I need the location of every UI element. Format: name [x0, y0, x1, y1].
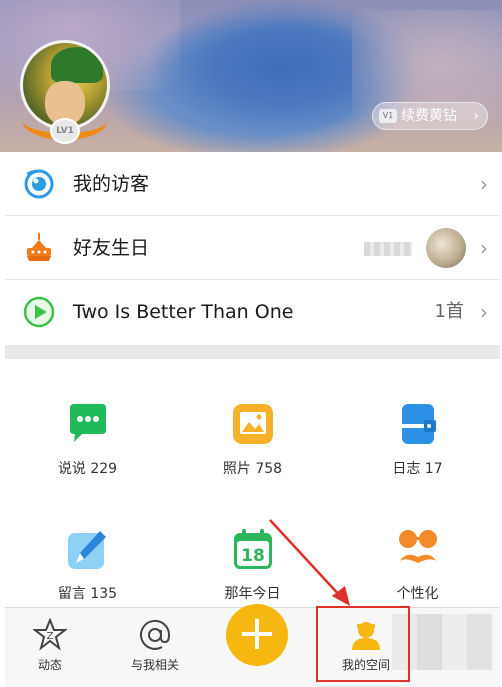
- grid-item-photos[interactable]: 照片 758: [170, 372, 335, 482]
- list-item-label: Two Is Better Than One: [73, 301, 294, 323]
- renew-yellow-diamond-button[interactable]: V1 续费黄钻 ›: [372, 102, 488, 130]
- friend-avatar: [426, 228, 466, 268]
- list-item-friend-birthdays[interactable]: 好友生日 ›: [5, 216, 500, 280]
- blurred-friend-name: [364, 242, 412, 256]
- play-icon: [23, 296, 55, 328]
- chevron-right-icon: ›: [480, 172, 488, 196]
- grid-item-label: 留言 135: [57, 586, 118, 602]
- star-z-icon: Z: [33, 618, 67, 651]
- at-icon: [140, 619, 171, 650]
- grid-item-guestbook[interactable]: 留言 135: [5, 497, 170, 607]
- grid-item-label: 日志 17: [392, 461, 443, 477]
- avatar[interactable]: [20, 40, 110, 130]
- grid-item-diary[interactable]: 日志 17: [335, 372, 500, 482]
- level-badge: LV1: [50, 118, 80, 144]
- publish-plus-button[interactable]: +: [226, 604, 288, 666]
- diary-icon: [402, 404, 436, 444]
- calendar-day: 18: [241, 546, 265, 566]
- chevron-right-icon: ›: [473, 108, 479, 124]
- grid-item-label: 说说 229: [57, 461, 118, 477]
- eye-icon: [24, 169, 54, 199]
- calendar-icon: 18: [234, 529, 272, 569]
- list-item-label: 好友生日: [73, 237, 150, 259]
- mustache-icon: [399, 530, 437, 563]
- vip-icon: V1: [379, 109, 397, 123]
- section-divider: [5, 345, 500, 359]
- tab-mentions[interactable]: 与我相关: [110, 608, 200, 687]
- tab-feed[interactable]: Z 动态: [15, 608, 85, 687]
- grid-item-label: 照片 758: [222, 461, 283, 477]
- grid-item-label: 那年今日: [224, 586, 281, 602]
- tab-label: 动态: [37, 658, 62, 672]
- grid-item-personalize[interactable]: 个性化: [335, 497, 500, 607]
- list-item-label: 我的访客: [73, 173, 150, 195]
- song-count: 1首: [434, 301, 464, 322]
- feature-list: 我的访客 › 好友生日 › Two Is Better Than One 1首 …: [5, 152, 500, 344]
- list-item-visitors[interactable]: 我的访客 ›: [5, 152, 500, 216]
- chevron-right-icon: ›: [480, 300, 488, 324]
- birthday-cake-icon: [27, 232, 51, 261]
- list-item-music[interactable]: Two Is Better Than One 1首 ›: [5, 280, 500, 344]
- grid-item-shuoshuo[interactable]: 说说 229: [5, 372, 170, 482]
- chevron-right-icon: ›: [480, 236, 488, 260]
- grid-item-label: 个性化: [396, 586, 439, 602]
- photo-icon: [233, 404, 273, 444]
- tab-label: 与我相关: [130, 658, 179, 672]
- svg-text:Z: Z: [47, 631, 54, 642]
- pen-icon: [68, 531, 106, 569]
- annotation-highlight-box: [316, 606, 410, 682]
- renew-label: 续费黄钻: [401, 108, 457, 124]
- grid-item-on-this-day[interactable]: 18 那年今日: [170, 497, 335, 607]
- chat-bubble-icon: [70, 404, 106, 442]
